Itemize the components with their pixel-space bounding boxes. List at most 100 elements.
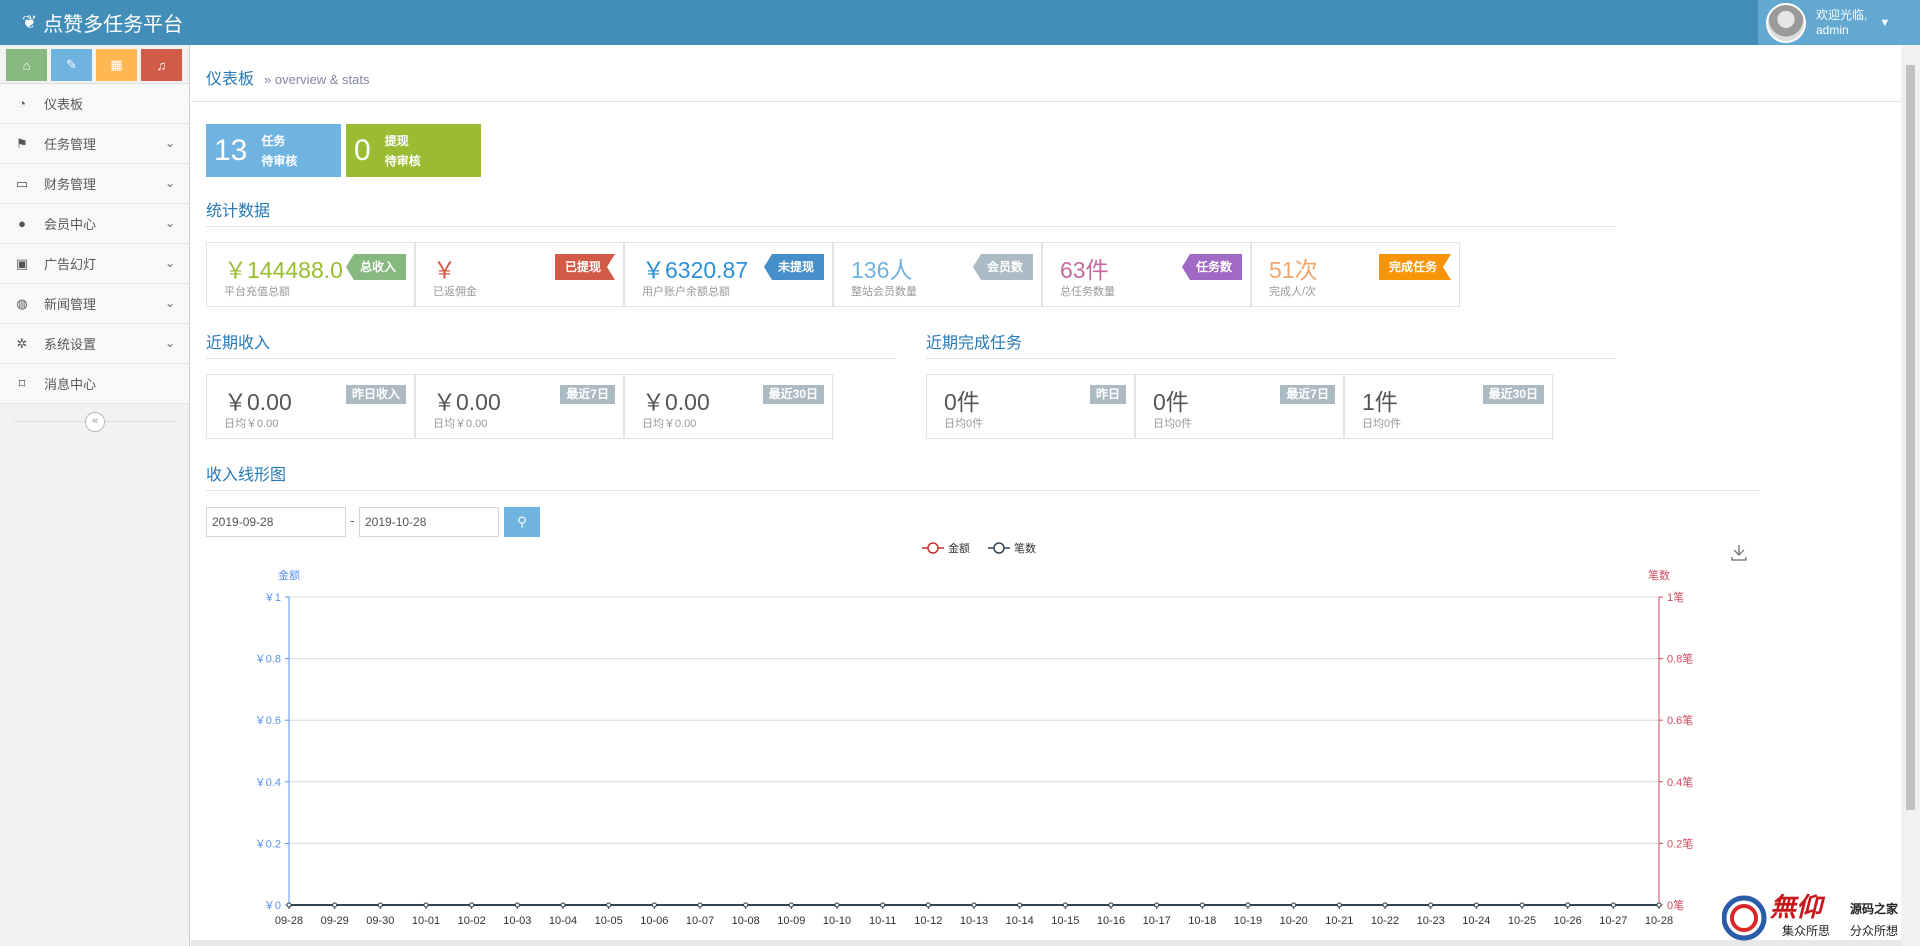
sidebar-item-0[interactable]: ◔ 仪表板 <box>0 84 189 124</box>
x-tick-label: 10-03 <box>503 915 531 927</box>
chevron-down-icon: ⌄ <box>164 256 175 270</box>
x-tick-label: 10-18 <box>1188 915 1216 927</box>
pencil-icon: ✎ <box>66 57 77 72</box>
x-tick-label: 10-25 <box>1508 915 1536 927</box>
scrollbar-thumb[interactable] <box>1906 65 1915 810</box>
x-tick-label: 10-21 <box>1325 915 1353 927</box>
avatar <box>1766 2 1806 43</box>
chevron-down-icon: ⌄ <box>164 176 175 190</box>
legend-marker <box>993 542 1005 554</box>
x-tick-label: 10-13 <box>960 915 988 927</box>
users-shortcut-button[interactable]: ▦ <box>96 49 137 81</box>
sidebar-item-label: 会员中心 <box>44 217 97 232</box>
y-left-tick-label: ￥0.4 <box>255 777 281 789</box>
watermark-line2b: 分众所想 <box>1850 924 1899 938</box>
series-point <box>1382 902 1388 908</box>
sidebar-item-1[interactable]: ⚑ 任务管理 ⌄ <box>0 124 189 164</box>
series-point <box>1245 902 1251 908</box>
series-point <box>606 902 612 908</box>
x-tick-label: 10-19 <box>1234 915 1262 927</box>
sidebar-item-label: 系统设置 <box>44 337 97 352</box>
chevron-down-icon: ⌄ <box>164 336 175 350</box>
x-tick-label: 10-04 <box>549 915 577 927</box>
series-point <box>880 902 886 908</box>
top-navbar: ❦ 点赞多任务平台 欢迎光临, admin ▼ <box>0 0 1920 45</box>
series-point <box>1428 902 1434 908</box>
download-icon[interactable] <box>1731 545 1747 561</box>
y-left-tick-label: ￥0.2 <box>255 838 281 850</box>
inbox-icon: ▭ <box>15 175 29 191</box>
x-tick-label: 10-28 <box>1645 915 1673 927</box>
bell-shortcut-button[interactable]: ♫ <box>141 49 182 81</box>
x-tick-label: 10-22 <box>1371 915 1399 927</box>
sidebar-item-6[interactable]: ✲ 系统设置 ⌄ <box>0 324 189 364</box>
collapse-sidebar-button[interactable]: « <box>85 412 105 432</box>
x-tick-label: 10-06 <box>640 915 668 927</box>
sidebar-item-label: 消息中心 <box>44 377 97 392</box>
income-line-chart: ￥0 0笔 ￥0.2 0.2笔 ￥0.4 0.4笔 ￥0.6 0.6笔 ￥0.8 0.8笔 ￥1 1笔… <box>255 541 1747 927</box>
series-point <box>834 902 840 908</box>
x-tick-label: 10-14 <box>1006 915 1034 927</box>
sidebar-item-5[interactable]: ◍ 新闻管理 ⌄ <box>0 284 189 324</box>
x-tick-label: 10-01 <box>412 915 440 927</box>
y-left-tick-label: ￥0.8 <box>255 654 281 666</box>
series-point <box>1291 902 1297 908</box>
y-right-tick-label: 0.2笔 <box>1667 836 1693 850</box>
flag-icon: ⚑ <box>16 135 28 151</box>
y-right-axis-label: 笔数 <box>1648 568 1670 582</box>
sidebar: ⌂ ✎ ▦ ♫ ◔ 仪表板 ⚑ 任务管理 ⌄ ▭ 财务管理 ⌄ ● 会员中心 ⌄ ▣ 广告幻灯 ⌄ ◍ 新闻管… <box>0 45 190 946</box>
y-right-tick-label: 1笔 <box>1667 590 1684 604</box>
x-tick-label: 09-29 <box>321 915 349 927</box>
series-point <box>1519 902 1525 908</box>
home-shortcut-button[interactable]: ⌂ <box>6 49 47 81</box>
globe-icon: ◍ <box>16 295 28 311</box>
sidebar-item-label: 新闻管理 <box>44 297 97 312</box>
series-point <box>743 902 749 908</box>
y-left-tick-label: ￥0 <box>264 900 281 912</box>
legend-label: 笔数 <box>1014 541 1036 555</box>
x-tick-label: 10-27 <box>1599 915 1627 927</box>
user-menu[interactable]: 欢迎光临, admin ▼ <box>1758 0 1920 45</box>
x-tick-label: 10-26 <box>1554 915 1582 927</box>
sidebar-item-label: 仪表板 <box>44 97 84 112</box>
x-tick-label: 10-15 <box>1051 915 1079 927</box>
y-right-tick-label: 0.8笔 <box>1667 652 1693 666</box>
x-tick-label: 10-16 <box>1097 915 1125 927</box>
series-point <box>1610 902 1616 908</box>
caret-down-icon: ▼ <box>1879 16 1891 29</box>
sidebar-item-label: 广告幻灯 <box>44 257 97 272</box>
x-tick-label: 09-30 <box>366 915 394 927</box>
series-point <box>286 902 292 908</box>
sidebar-item-3[interactable]: ● 会员中心 ⌄ <box>0 204 189 244</box>
series-point <box>971 902 977 908</box>
x-tick-label: 10-08 <box>732 915 760 927</box>
y-right-tick-label: 0.6笔 <box>1667 713 1693 727</box>
legend-label: 金额 <box>948 541 970 555</box>
series-point <box>332 902 338 908</box>
horizontal-scrollbar[interactable] <box>191 940 1901 946</box>
legend-marker <box>927 542 939 554</box>
brand[interactable]: ❦ 点赞多任务平台 <box>22 0 183 45</box>
y-left-tick-label: ￥1 <box>264 592 281 604</box>
vertical-scrollbar[interactable] <box>1901 45 1920 946</box>
x-tick-label: 10-11 <box>869 915 896 927</box>
bookmark-icon: ⌑ <box>18 375 26 391</box>
edit-shortcut-button[interactable]: ✎ <box>51 49 92 81</box>
sidebar-item-7[interactable]: ⌑ 消息中心 <box>0 364 189 404</box>
welcome-text: 欢迎光临, <box>1816 7 1868 22</box>
series-point <box>514 902 520 908</box>
double-angle-left-icon: « <box>91 415 99 427</box>
sidebar-collapse-bar: « <box>0 404 189 438</box>
sidebar-item-4[interactable]: ▣ 广告幻灯 ⌄ <box>0 244 189 284</box>
series-point <box>1656 902 1662 908</box>
cog-icon: ✲ <box>16 335 28 351</box>
series-point <box>1565 902 1571 908</box>
y-right-tick-label: 0.4笔 <box>1667 775 1693 789</box>
x-tick-label: 10-10 <box>823 915 851 927</box>
watermark: 無仰 源码之家 集众所思 分众所想 <box>1721 890 1912 942</box>
picture-icon: ▣ <box>15 255 29 271</box>
series-point <box>788 902 794 908</box>
leaf-icon: ❦ <box>22 12 38 32</box>
sidebar-item-2[interactable]: ▭ 财务管理 ⌄ <box>0 164 189 204</box>
series-point <box>1199 902 1205 908</box>
